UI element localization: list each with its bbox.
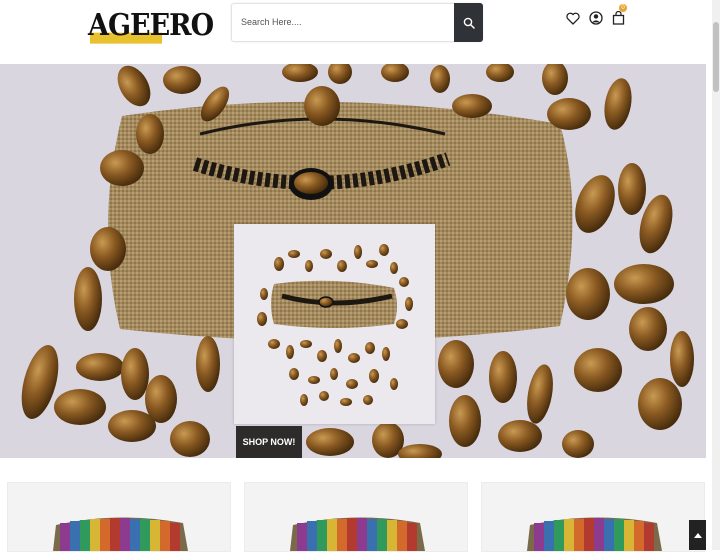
inset-product-photo [234,224,435,424]
user-icon [589,11,603,25]
product-image [53,517,188,551]
scroll-to-top-button[interactable] [689,520,706,550]
account-button[interactable] [588,10,604,26]
hero-inset-image [234,224,435,424]
product-card[interactable] [244,482,468,552]
search-button[interactable] [454,3,483,42]
site-logo[interactable]: AGEERO [88,8,214,44]
product-grid [0,458,712,552]
hero-banner: SHOP NOW! [0,64,706,458]
wishlist-button[interactable] [565,10,581,26]
site-header: AGEERO 0 [0,0,712,64]
logo-text: AGEERO [88,8,214,43]
page-scrollbar[interactable] [712,0,720,550]
search-icon [463,17,475,29]
product-image [290,517,425,551]
search-input[interactable] [232,4,447,39]
shop-now-button[interactable]: SHOP NOW! [236,426,302,458]
search-bar [231,3,483,42]
cart-button[interactable] [610,10,626,26]
product-card[interactable] [481,482,705,552]
chevron-up-icon [693,533,702,538]
shopping-bag-icon [612,11,624,25]
heart-icon [566,12,580,25]
product-card[interactable] [7,482,231,552]
scrollbar-thumb[interactable] [713,22,719,92]
cart-count-badge: 0 [619,4,627,12]
product-image [527,517,662,551]
